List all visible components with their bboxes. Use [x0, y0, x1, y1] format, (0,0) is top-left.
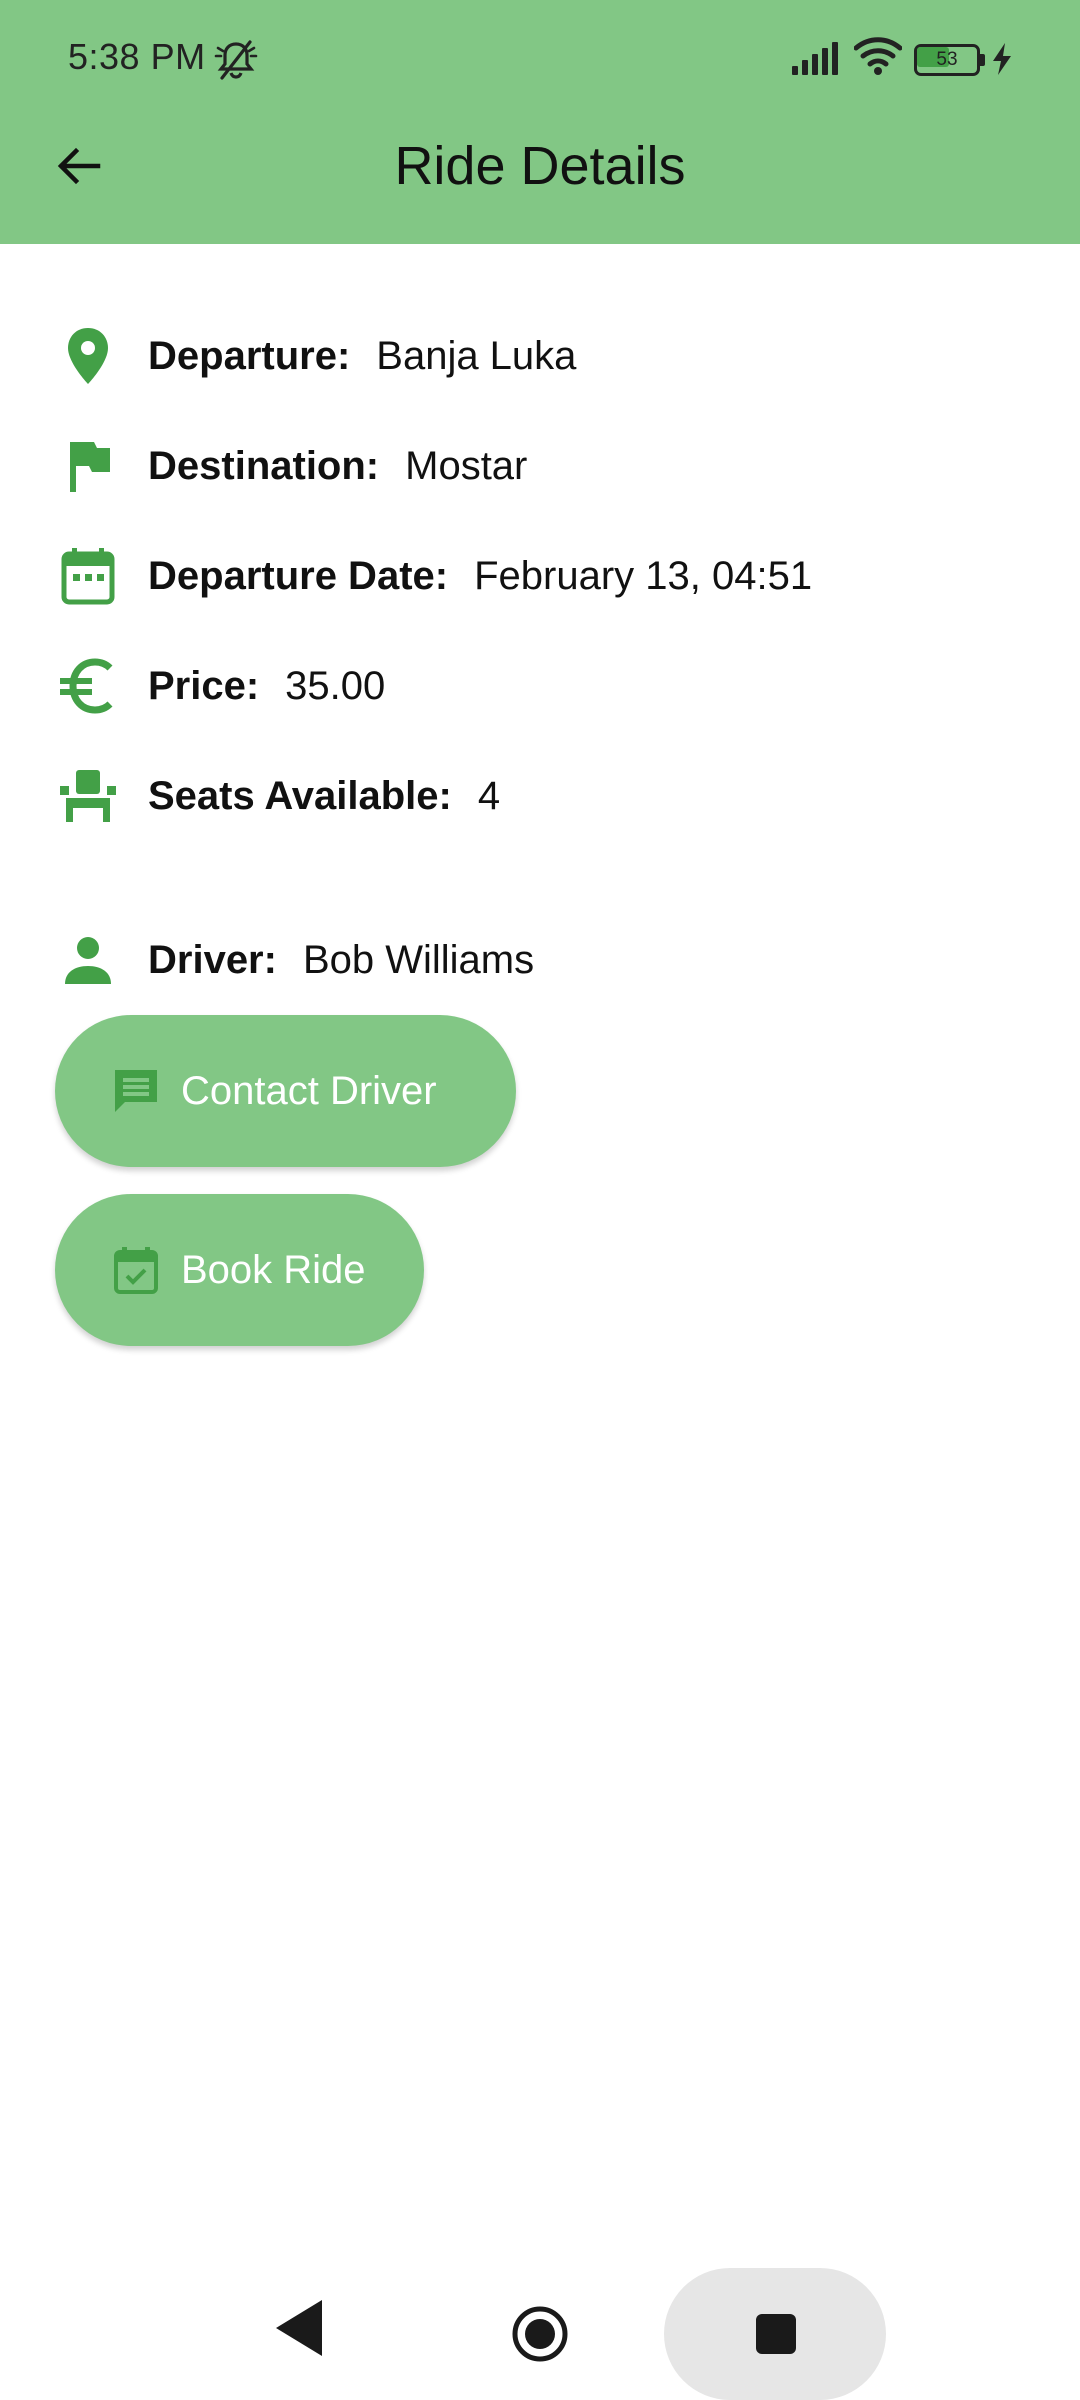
ride-details-screen: 5:38 PM 53 Ride Details Departure: Banja… — [0, 0, 1080, 2400]
seats-label: Seats Available: — [148, 773, 452, 818]
wifi-icon — [854, 37, 902, 75]
detail-row-destination: Destination: Mostar — [56, 430, 1036, 502]
driver-label: Driver: — [148, 937, 277, 982]
contact-driver-label: Contact Driver — [181, 1068, 437, 1113]
departure-date-label: Departure Date: — [148, 553, 449, 598]
page-title: Ride Details — [394, 136, 686, 196]
status-bar: 5:38 PM 53 — [0, 0, 1080, 120]
calendar-icon — [61, 548, 115, 605]
person-icon — [65, 937, 111, 984]
book-ride-button[interactable]: Book Ride — [55, 1194, 424, 1346]
departure-date-value: February 13, 04:51 — [474, 553, 813, 598]
battery-level: 53 — [936, 49, 958, 70]
destination-label: Destination: — [148, 443, 380, 488]
price-value: 35.00 — [285, 663, 386, 708]
contact-driver-button[interactable]: Contact Driver — [55, 1015, 516, 1167]
status-time: 5:38 PM — [68, 36, 206, 77]
departure-value: Banja Luka — [376, 333, 577, 378]
message-icon — [115, 1070, 157, 1112]
seats-value: 4 — [477, 773, 501, 818]
signal-icon — [792, 42, 838, 75]
destination-value: Mostar — [405, 443, 528, 488]
detail-row-price: Price: 35.00 — [56, 650, 1036, 722]
nav-recents-icon[interactable] — [755, 2313, 797, 2355]
nav-back-icon[interactable] — [272, 2296, 328, 2360]
detail-row-departure: Departure: Banja Luka — [56, 320, 1036, 392]
driver-value: Bob Williams — [302, 937, 535, 982]
detail-row-driver: Driver: Bob Williams — [56, 924, 1036, 996]
flag-icon — [70, 442, 110, 492]
detail-row-seats: Seats Available: 4 — [56, 760, 1036, 832]
bell-off-icon — [214, 40, 258, 80]
calendar-check-icon — [114, 1247, 158, 1294]
euro-icon — [60, 658, 113, 714]
detail-row-departure-date: Departure Date: February 13, 04:51 — [56, 540, 1036, 612]
location-pin-icon — [68, 328, 108, 384]
battery-icon: 53 — [914, 44, 986, 76]
price-label: Price: — [148, 663, 260, 708]
departure-label: Departure: — [148, 333, 351, 378]
app-header: 5:38 PM 53 Ride Details — [0, 0, 1080, 244]
book-ride-label: Book Ride — [181, 1247, 366, 1292]
seat-icon — [60, 770, 116, 822]
charging-bolt-icon — [993, 43, 1011, 75]
nav-home-icon[interactable] — [510, 2304, 570, 2364]
